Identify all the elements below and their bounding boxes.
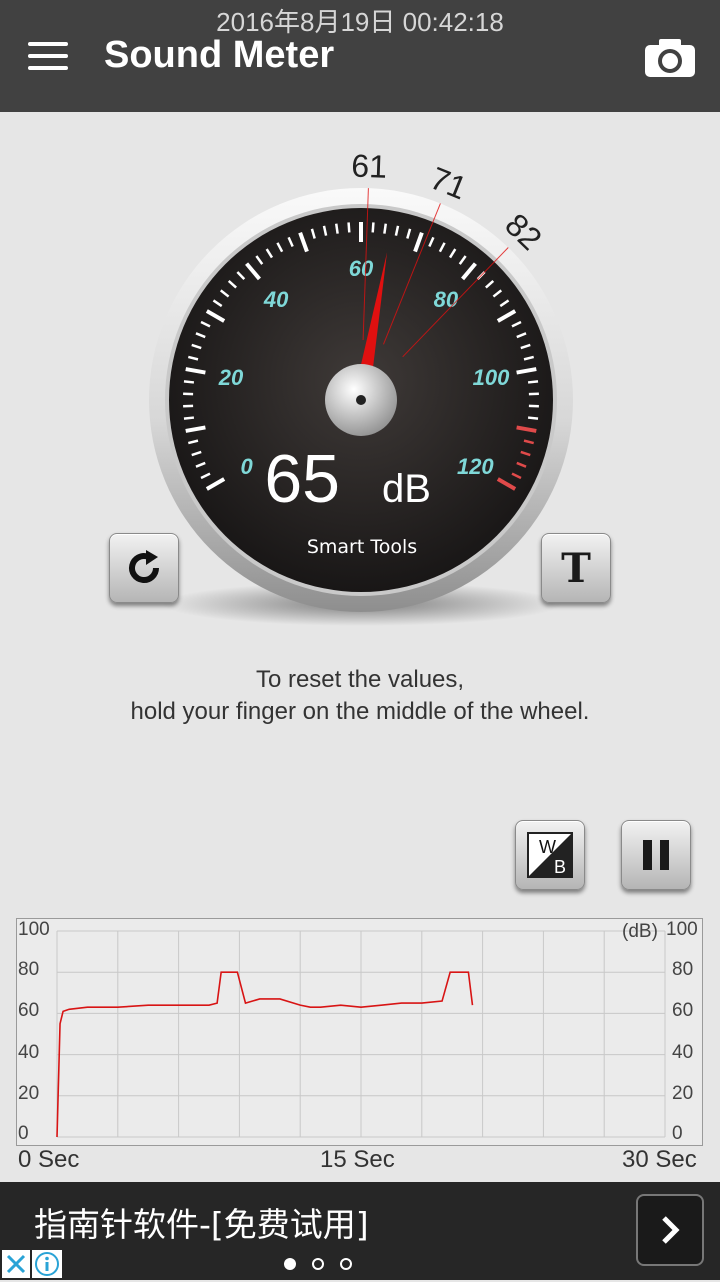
gauge-tick [528,418,538,419]
y-tick-right: 0 [672,1123,683,1145]
gauge-tick [336,224,337,234]
gauge-tick [373,222,374,232]
pager-dot-3[interactable] [340,1258,352,1270]
hamburger-menu-icon[interactable] [28,42,68,70]
white-black-icon: W B [527,832,573,878]
marker-label: 71 [425,160,471,207]
text-mode-button[interactable]: T [541,533,611,603]
y-tick-left: 60 [18,1000,39,1022]
gauge-tick [528,381,538,382]
svg-text:W: W [539,837,556,857]
db-history-chart [16,918,703,1146]
y-tick-right: 80 [672,959,693,981]
y-tick-right: 40 [672,1042,693,1064]
pause-icon [639,838,673,872]
brand-label: Smart Tools [307,536,417,558]
y-tick-right: 100 [666,919,698,941]
y-unit-label: (dB) [622,921,658,943]
reset-button[interactable] [109,533,179,603]
gauge-tick [384,224,385,234]
app-title: Sound Meter [104,34,334,77]
gauge-tick [184,418,194,419]
y-tick-left: 20 [18,1083,39,1105]
db-reading-unit: dB [382,467,431,511]
ad-info-button[interactable] [32,1250,62,1278]
refresh-icon [124,548,164,588]
pause-button[interactable] [621,820,691,890]
y-tick-left: 80 [18,959,39,981]
gauge-scale-label: 100 [473,365,510,390]
pager-dot-2[interactable] [312,1258,324,1270]
gauge-scale-label: 0 [241,454,254,479]
sound-level-gauge[interactable]: 020406080100120 617182 65 dB Smart Tools [0,112,720,652]
y-tick-left: 0 [18,1123,29,1145]
y-tick-left: 40 [18,1042,39,1064]
text-mode-glyph: T [561,545,591,592]
camera-icon[interactable] [644,38,696,78]
x-label-end: 30 Sec [622,1146,697,1174]
white-black-toggle-button[interactable]: W B [515,820,585,890]
close-icon [2,1250,30,1278]
gauge-tick [184,381,194,382]
gauge-scale-label: 20 [218,365,244,390]
y-tick-left: 100 [18,919,50,941]
ad-banner[interactable]: 指南针软件-[免费试用] [0,1182,720,1280]
pager-dot-1[interactable] [284,1258,296,1270]
info-icon [32,1250,62,1278]
ad-arrow-button[interactable] [636,1194,704,1266]
marker-label: 61 [351,148,388,185]
gauge-scale-label: 60 [349,256,374,281]
hint-line-2: hold your finger on the middle of the wh… [0,696,720,728]
gauge-area: 020406080100120 617182 65 dB Smart Tools… [0,112,720,652]
gauge-scale-label: 40 [263,287,289,312]
x-label-start: 0 Sec [18,1146,79,1174]
chevron-right-icon [638,1196,702,1264]
svg-text:B: B [554,857,566,877]
x-label-middle: 15 Sec [320,1146,395,1174]
db-reading-value: 65 [264,441,340,517]
y-tick-right: 60 [672,1000,693,1022]
ad-close-button[interactable] [2,1250,30,1278]
app-bar: 2016年8月19日 00:42:18 Sound Meter [0,0,720,112]
ad-text[interactable]: 指南针软件-[免费试用] [34,1198,369,1246]
y-tick-right: 20 [672,1083,693,1105]
gauge-tick [349,222,350,232]
reset-hint: To reset the values, hold your finger on… [0,664,720,728]
gauge-scale-label: 80 [434,287,459,312]
hint-line-1: To reset the values, [0,664,720,696]
gauge-scale-label: 120 [457,454,494,479]
